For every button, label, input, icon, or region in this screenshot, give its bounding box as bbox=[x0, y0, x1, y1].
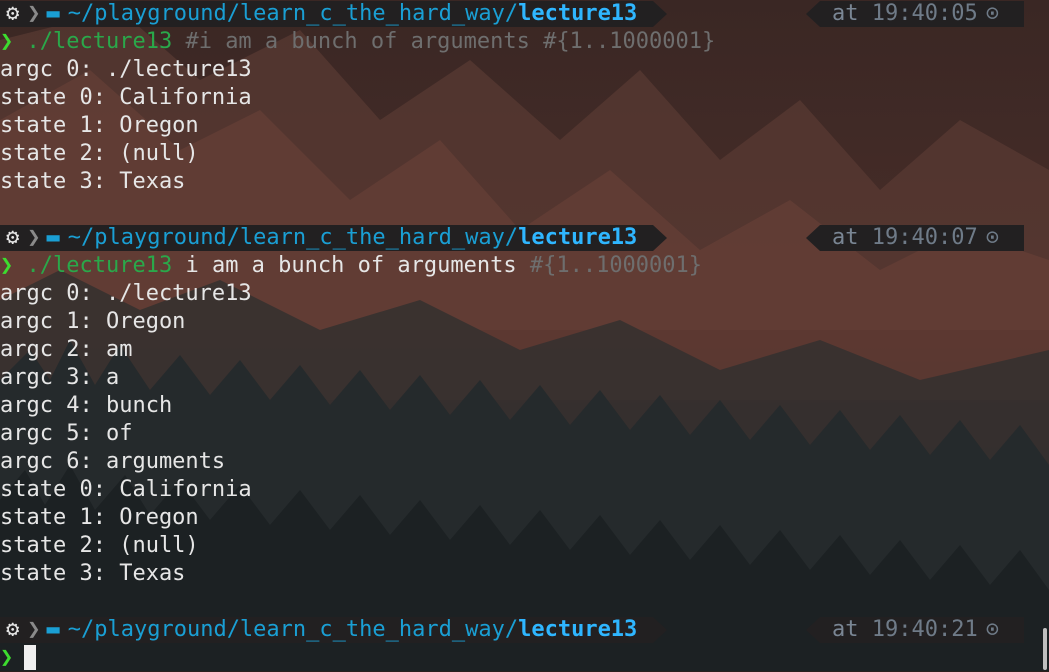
output-line: state 3: Texas bbox=[0, 169, 186, 194]
path-dir: lecture13 bbox=[518, 1, 638, 26]
prompt-chevron-icon: ❯ bbox=[0, 253, 14, 278]
command-program: ./lecture13 bbox=[26, 29, 173, 54]
clock-icon: ⊙ bbox=[985, 617, 999, 642]
output-line: argc 6: arguments bbox=[0, 449, 226, 474]
segment-tip bbox=[653, 1, 667, 27]
linux-os-icon: ⚙ bbox=[6, 617, 20, 642]
folder-icon: ▬ bbox=[46, 617, 60, 642]
output-line: state 0: California bbox=[0, 85, 252, 110]
chevron-right-icon: ❯ bbox=[27, 225, 41, 250]
time-label: at bbox=[832, 617, 859, 642]
output-line: argc 4: bunch bbox=[0, 393, 173, 418]
prompt-left-segment: ⚙ ❯ ▬ ~/playground/learn_c_the_hard_way/… bbox=[0, 225, 653, 251]
command-program: ./lecture13 bbox=[26, 253, 173, 278]
output-line: argc 1: Oregon bbox=[0, 309, 186, 334]
path-dir: lecture13 bbox=[518, 617, 638, 642]
segment-tip bbox=[806, 617, 820, 643]
output-line: argc 5: of bbox=[0, 421, 133, 446]
output-line: argc 2: am bbox=[0, 337, 133, 362]
prompt-chevron-icon: ❯ bbox=[0, 29, 14, 54]
segment-tip bbox=[653, 225, 667, 251]
path-prefix: ~/playground/learn_c_the_hard_way/ bbox=[67, 617, 519, 642]
command-args: i am a bunch of arguments bbox=[185, 253, 517, 278]
chevron-right-icon: ❯ bbox=[27, 1, 41, 26]
output-line: state 2: (null) bbox=[0, 141, 199, 166]
prompt-left-segment: ⚙ ❯ ▬ ~/playground/learn_c_the_hard_way/… bbox=[0, 617, 653, 643]
path-prefix: ~/playground/learn_c_the_hard_way/ bbox=[67, 225, 519, 250]
output-line: state 1: Oregon bbox=[0, 113, 199, 138]
output-line: state 3: Texas bbox=[0, 561, 186, 586]
folder-icon: ▬ bbox=[46, 225, 60, 250]
time-label: at bbox=[832, 1, 859, 26]
command-line-2: ❯ ./lecture13 i am a bunch of arguments … bbox=[0, 252, 702, 280]
segment-tip bbox=[653, 617, 667, 643]
clock-icon: ⊙ bbox=[985, 225, 999, 250]
command-comment: #i am a bunch of arguments #{1..1000001} bbox=[185, 29, 716, 54]
text-cursor[interactable] bbox=[24, 645, 36, 670]
prompt-left-segment: ⚙ ❯ ▬ ~/playground/learn_c_the_hard_way/… bbox=[0, 1, 653, 27]
folder-icon: ▬ bbox=[46, 1, 60, 26]
prompt-bar-1: ⚙ ❯ ▬ ~/playground/learn_c_the_hard_way/… bbox=[0, 1, 1049, 27]
linux-os-icon: ⚙ bbox=[6, 225, 20, 250]
path-prefix: ~/playground/learn_c_the_hard_way/ bbox=[67, 1, 519, 26]
output-line: argc 0: ./lecture13 bbox=[0, 57, 252, 82]
time-value: 19:40:21 bbox=[871, 617, 978, 642]
output-line: state 1: Oregon bbox=[0, 505, 199, 530]
time-value: 19:40:05 bbox=[871, 1, 978, 26]
prompt-bar-2: ⚙ ❯ ▬ ~/playground/learn_c_the_hard_way/… bbox=[0, 225, 1049, 251]
command-line-1: ❯ ./lecture13 #i am a bunch of arguments… bbox=[0, 28, 715, 56]
chevron-right-icon: ❯ bbox=[27, 617, 41, 642]
output-line: argc 3: a bbox=[0, 365, 120, 390]
linux-os-icon: ⚙ bbox=[6, 1, 20, 26]
terminal-window[interactable]: ⚙ ❯ ▬ ~/playground/learn_c_the_hard_way/… bbox=[0, 0, 1049, 671]
time-value: 19:40:07 bbox=[871, 225, 978, 250]
prompt-bar-3: ⚙ ❯ ▬ ~/playground/learn_c_the_hard_way/… bbox=[0, 617, 1049, 643]
current-command-line[interactable]: ❯ bbox=[0, 644, 13, 672]
path-dir: lecture13 bbox=[518, 225, 638, 250]
output-line: argc 0: ./lecture13 bbox=[0, 281, 252, 306]
prompt-right-segment: at 19:40:05 ⊙ bbox=[820, 1, 1024, 27]
output-line: state 2: (null) bbox=[0, 533, 199, 558]
segment-tip bbox=[806, 1, 820, 27]
scrollbar[interactable] bbox=[1043, 628, 1047, 670]
time-label: at bbox=[832, 225, 859, 250]
clock-icon: ⊙ bbox=[985, 1, 999, 26]
command-comment: #{1..1000001} bbox=[529, 253, 703, 278]
output-line: state 0: California bbox=[0, 477, 252, 502]
prompt-right-segment: at 19:40:21 ⊙ bbox=[820, 617, 1024, 643]
prompt-chevron-icon: ❯ bbox=[0, 645, 14, 670]
segment-tip bbox=[806, 225, 820, 251]
prompt-right-segment: at 19:40:07 ⊙ bbox=[820, 225, 1024, 251]
